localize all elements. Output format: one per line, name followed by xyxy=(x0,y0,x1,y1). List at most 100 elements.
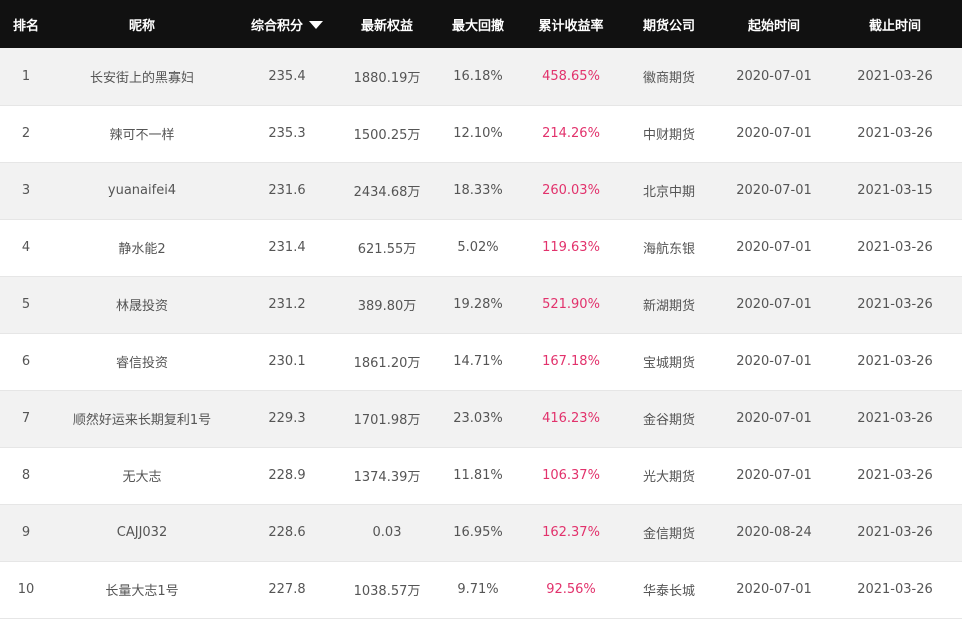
cell-start-date: 2020-07-01 xyxy=(736,126,812,141)
cell-broker: 光大期货 xyxy=(642,470,695,485)
table-row: 1 长安街上的黑寡妇 235.4 1880.19万 16.18% 458.65% 徽商期货 2… xyxy=(0,48,962,105)
table-row: 5 林晟投资 231.2 389.80万 19.28% 521.90% 新湖期货 2020-0… xyxy=(0,276,962,333)
cell-end-date: 2021-03-26 xyxy=(857,297,933,312)
cell-start-date: 2020-07-01 xyxy=(736,468,812,483)
cell-rank: 2 xyxy=(21,126,31,141)
table-row: 8 无大志 228.9 1374.39万 11.81% 106.37% 光大期货 2020-0… xyxy=(0,447,962,504)
cell-rank: 6 xyxy=(21,354,31,369)
cell-equity: 621.55万 xyxy=(357,242,417,257)
cell-rank: 3 xyxy=(21,183,31,198)
cell-broker: 华泰长城 xyxy=(642,584,695,599)
cell-start-date: 2020-07-01 xyxy=(736,68,812,84)
table-row: 7 顺然好运来长期复利1号 229.3 1701.98万 23.03% 416.23% 金谷… xyxy=(0,390,962,447)
table-row: 3 yuanaifei4 231.6 2434.68万 18.33% 260.03% 北京中… xyxy=(0,162,962,219)
cell-rank: 8 xyxy=(21,468,31,483)
cell-score: 228.9 xyxy=(268,468,306,483)
cell-end-date: 2021-03-26 xyxy=(857,411,933,426)
cell-rank: 4 xyxy=(21,240,31,255)
cell-return: 416.23% xyxy=(542,411,600,426)
cell-broker: 新湖期货 xyxy=(642,299,695,314)
cell-equity: 1701.98万 xyxy=(353,413,421,428)
header-score[interactable]: 综合积分 xyxy=(232,0,342,48)
cell-equity: 1038.57万 xyxy=(353,584,421,599)
cell-end-date: 2021-03-26 xyxy=(857,582,933,597)
cell-nickname: 顺然好运来长期复利1号 xyxy=(72,413,212,428)
cell-drawdown: 12.10% xyxy=(453,126,503,141)
cell-drawdown: 16.95% xyxy=(453,525,503,540)
cell-return: 92.56% xyxy=(546,582,596,597)
cell-equity: 1500.25万 xyxy=(353,128,421,143)
table-row: 9 CAJJ032 228.6 0.03 16.95% 162.37% 金信期货 2020-0… xyxy=(0,504,962,561)
cell-equity: 1861.20万 xyxy=(353,356,421,371)
cell-nickname: 林晟投资 xyxy=(115,299,168,314)
cell-broker: 徽商期货 xyxy=(642,70,695,86)
cell-drawdown: 14.71% xyxy=(453,354,503,369)
header-return: 累计收益率 xyxy=(538,18,604,34)
table-row: 2 辣可不一样 235.3 1500.25万 12.10% 214.26% 中财期货 2020… xyxy=(0,105,962,162)
cell-equity: 1880.19万 xyxy=(353,70,421,86)
cell-nickname: 长安街上的黑寡妇 xyxy=(89,70,194,86)
cell-return: 167.18% xyxy=(542,354,600,369)
cell-drawdown: 11.81% xyxy=(453,468,503,483)
header-end: 截止时间 xyxy=(868,18,921,34)
table-body: 1 长安街上的黑寡妇 235.4 1880.19万 16.18% 458.65% 徽商期货 2… xyxy=(0,48,962,618)
cell-rank: 10 xyxy=(17,582,35,597)
cell-return: 214.26% xyxy=(542,126,600,141)
cell-drawdown: 16.18% xyxy=(453,68,503,84)
cell-drawdown: 5.02% xyxy=(457,240,499,255)
caret-down-icon[interactable] xyxy=(309,21,323,29)
cell-broker: 宝城期货 xyxy=(642,356,695,371)
cell-end-date: 2021-03-26 xyxy=(857,126,933,141)
cell-score: 229.3 xyxy=(268,411,306,426)
cell-start-date: 2020-07-01 xyxy=(736,582,812,597)
cell-broker: 金谷期货 xyxy=(642,413,695,428)
cell-score: 227.8 xyxy=(268,582,306,597)
header-equity: 最新权益 xyxy=(360,18,413,34)
cell-drawdown: 19.28% xyxy=(453,297,503,312)
cell-return: 106.37% xyxy=(542,468,600,483)
header-score-label: 综合积分 xyxy=(250,18,303,34)
cell-rank: 5 xyxy=(21,297,31,312)
table-header: 排名 昵称 综合积分 最新权益 最大回撤 累计收益率 期货公司 起始时间 截止时… xyxy=(0,0,962,48)
table-row: 6 睿信投资 230.1 1861.20万 14.71% 167.18% 宝城期货 2020-… xyxy=(0,333,962,390)
cell-end-date: 2021-03-26 xyxy=(857,240,933,255)
cell-start-date: 2020-07-01 xyxy=(736,297,812,312)
ranking-table: 排名 昵称 综合积分 最新权益 最大回撤 累计收益率 期货公司 起始时间 截止时… xyxy=(0,0,962,619)
cell-end-date: 2021-03-26 xyxy=(857,525,933,540)
cell-return: 260.03% xyxy=(542,183,600,198)
header-drawdown: 最大回撤 xyxy=(451,18,504,34)
cell-drawdown: 18.33% xyxy=(453,183,503,198)
cell-start-date: 2020-07-01 xyxy=(736,183,812,198)
cell-end-date: 2021-03-26 xyxy=(857,354,933,369)
cell-broker: 金信期货 xyxy=(642,527,695,542)
cell-start-date: 2020-07-01 xyxy=(736,411,812,426)
cell-nickname: 睿信投资 xyxy=(115,356,168,371)
cell-equity: 1374.39万 xyxy=(353,470,421,485)
cell-nickname: CAJJ032 xyxy=(116,525,168,540)
cell-end-date: 2021-03-26 xyxy=(857,468,933,483)
cell-nickname: 静水能2 xyxy=(118,242,166,257)
cell-score: 235.3 xyxy=(268,126,306,141)
header-nickname: 昵称 xyxy=(128,18,155,34)
cell-nickname: 辣可不一样 xyxy=(109,128,175,143)
cell-return: 162.37% xyxy=(542,525,600,540)
cell-end-date: 2021-03-26 xyxy=(857,68,933,84)
cell-nickname: yuanaifei4 xyxy=(107,183,177,198)
cell-end-date: 2021-03-15 xyxy=(857,183,933,198)
header-row: 排名 昵称 综合积分 最新权益 最大回撤 累计收益率 期货公司 起始时间 截止时… xyxy=(0,0,962,48)
cell-broker: 海航东银 xyxy=(642,242,695,257)
cell-broker: 北京中期 xyxy=(642,185,695,200)
table-row: 10 长量大志1号 227.8 1038.57万 9.71% 92.56% 华泰长城 2020… xyxy=(0,561,962,618)
cell-rank: 1 xyxy=(21,68,31,84)
cell-return: 458.65% xyxy=(542,68,600,84)
header-start: 起始时间 xyxy=(747,18,800,34)
cell-broker: 中财期货 xyxy=(642,128,695,143)
cell-return: 119.63% xyxy=(542,240,600,255)
header-broker: 期货公司 xyxy=(642,18,695,34)
cell-equity: 0.03 xyxy=(372,525,402,540)
header-rank: 排名 xyxy=(12,18,39,34)
cell-score: 231.6 xyxy=(268,183,306,198)
cell-start-date: 2020-08-24 xyxy=(736,525,812,540)
cell-drawdown: 23.03% xyxy=(453,411,503,426)
cell-equity: 389.80万 xyxy=(357,299,417,314)
